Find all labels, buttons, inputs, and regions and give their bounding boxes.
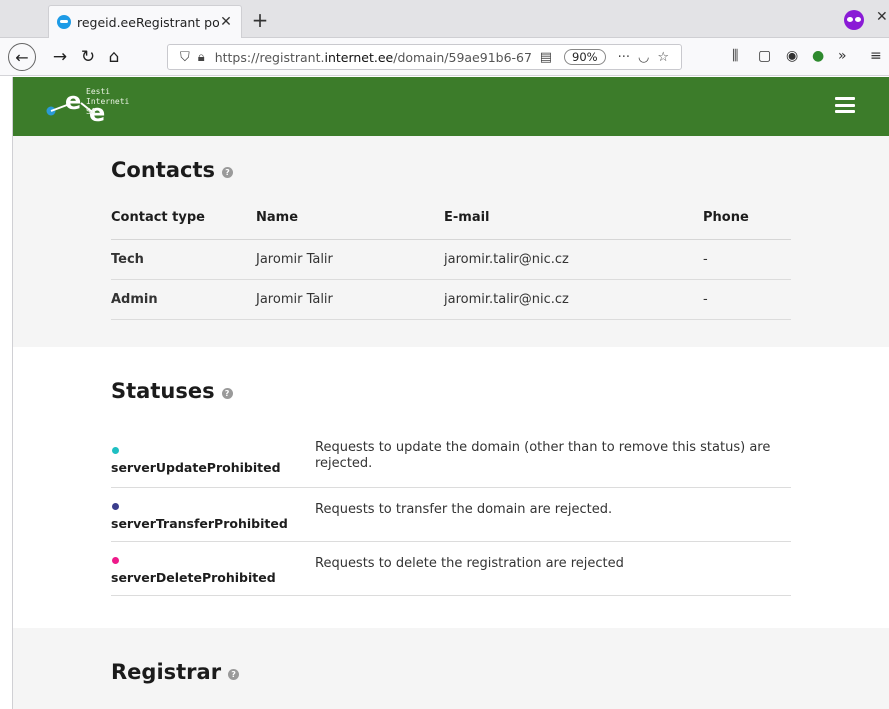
status-description: Requests to transfer the domain are reje… — [315, 502, 613, 517]
contacts-section: Contacts ? Contact type Name E-mail Phon… — [13, 136, 889, 347]
contact-type: Tech — [111, 239, 256, 280]
tracking-shield-icon[interactable]: ⛉ — [180, 50, 190, 65]
library-icon[interactable]: ⫼ — [732, 48, 738, 64]
status-dot-icon — [112, 447, 119, 454]
status-row: serverTransferProhibited Requests to tra… — [111, 488, 791, 542]
menu-hamburger-icon[interactable] — [835, 97, 855, 113]
private-browsing-mask-icon — [844, 10, 864, 30]
status-dot-icon — [112, 557, 119, 564]
contact-phone: - — [703, 239, 791, 280]
status-dot-icon — [112, 503, 119, 510]
status-row: serverUpdateProhibited Requests to updat… — [111, 434, 791, 488]
home-button[interactable]: ⌂ — [102, 45, 126, 69]
help-icon[interactable]: ? — [221, 387, 233, 399]
status-description: Requests to delete the registration are … — [315, 556, 624, 571]
column-header: Name — [256, 197, 444, 240]
tab-close-icon[interactable]: ✕ — [219, 14, 233, 30]
bookmark-star-icon[interactable]: ☆ — [657, 50, 669, 65]
page-actions-button[interactable]: ··· — [618, 50, 630, 65]
column-header: E-mail — [444, 197, 703, 240]
extension-icon[interactable]: ● — [812, 48, 824, 64]
address-bar[interactable]: ⛉ 🔒︎ https://registrant.internet.ee/doma… — [167, 44, 682, 70]
status-name: serverUpdateProhibited — [111, 460, 281, 475]
contact-name: Jaromir Talir — [256, 279, 444, 320]
site-header: e e Eesti Interneti SA — [13, 77, 889, 136]
browser-tab[interactable]: regeid.eeRegistrant porta ✕ — [48, 5, 242, 38]
url-text[interactable]: https://registrant.internet.ee/domain/59… — [215, 50, 536, 65]
reload-button[interactable]: ↻ — [76, 45, 100, 69]
table-row: Admin Jaromir Talir jaromir.talir@nic.cz… — [111, 279, 791, 320]
forward-button[interactable]: → — [48, 45, 72, 69]
statuses-section: Statuses ? serverUpdateProhibited Reques… — [13, 347, 889, 628]
status-row: serverDeleteProhibited Requests to delet… — [111, 542, 791, 596]
contact-email-link[interactable]: jaromir.talir@nic.cz — [444, 239, 703, 280]
new-tab-button[interactable]: + — [250, 8, 270, 32]
page-viewport: e e Eesti Interneti SA Contacts ? Contac… — [12, 77, 889, 709]
svg-text:e: e — [65, 87, 81, 115]
navigation-toolbar: ← → ↻ ⌂ ⛉ 🔒︎ https://registrant.internet… — [0, 38, 889, 76]
column-header: Phone — [703, 197, 791, 240]
status-description: Requests to update the domain (other tha… — [315, 440, 771, 471]
sidebar-icon[interactable]: ▢ — [758, 48, 771, 64]
contact-phone: - — [703, 279, 791, 320]
reader-view-icon[interactable]: ▤ — [540, 50, 552, 65]
contacts-table: Contact type Name E-mail Phone Tech Jaro… — [111, 197, 791, 320]
contact-type: Admin — [111, 279, 256, 320]
help-icon[interactable]: ? — [228, 668, 240, 680]
contact-email-link[interactable]: jaromir.talir@nic.cz — [444, 279, 703, 320]
site-favicon-icon — [57, 15, 71, 29]
contact-name: Jaromir Talir — [256, 239, 444, 280]
table-header-row: Contact type Name E-mail Phone — [111, 197, 791, 240]
registrar-heading: Registrar ? — [111, 660, 791, 684]
status-name: serverTransferProhibited — [111, 516, 288, 531]
logo-text: Eesti Interneti SA — [86, 87, 130, 116]
tab-title: regeid.eeRegistrant porta — [77, 14, 219, 30]
app-menu-icon[interactable]: ≡ — [870, 48, 882, 64]
contacts-heading: Contacts ? — [111, 158, 791, 182]
account-icon[interactable]: ◉ — [786, 48, 798, 64]
pocket-icon[interactable]: ◡ — [638, 50, 649, 65]
zoom-level-button[interactable]: 90% — [564, 49, 606, 65]
window-close-icon[interactable]: ✕ — [876, 9, 888, 25]
overflow-menu-icon[interactable]: » — [838, 48, 847, 64]
statuses-heading: Statuses ? — [111, 379, 791, 403]
tab-strip: regeid.eeRegistrant porta ✕ + ✕ — [0, 0, 889, 38]
registrar-section: Registrar ? — [13, 628, 889, 709]
column-header: Contact type — [111, 197, 256, 240]
status-name: serverDeleteProhibited — [111, 570, 276, 585]
help-icon[interactable]: ? — [222, 166, 233, 178]
lock-icon[interactable]: 🔒︎ — [198, 50, 205, 65]
table-row: Tech Jaromir Talir jaromir.talir@nic.cz … — [111, 239, 791, 280]
back-button[interactable]: ← — [8, 43, 36, 71]
